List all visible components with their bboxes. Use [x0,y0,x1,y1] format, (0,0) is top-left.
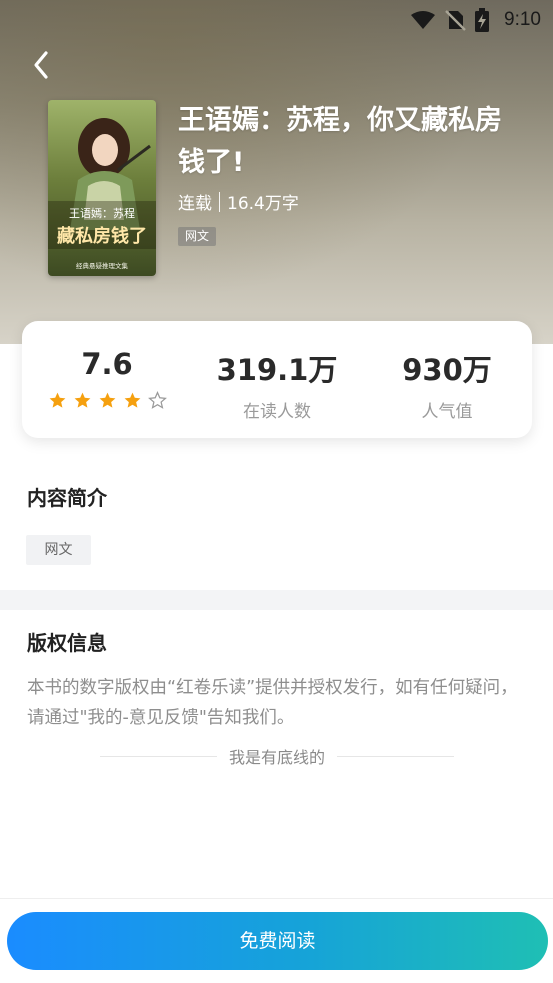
book-header: 9:10 王语嫣：苏程 藏私房钱了 经典悬疑推理文集 王语嫣：苏程，你又藏私房钱… [0,0,553,344]
cover-title-text: 王语嫣：苏程 [69,206,135,220]
copyright-text: 本书的数字版权由“红卷乐读”提供并授权发行，如有任何疑问，请通过"我的-意见反馈… [27,678,518,728]
readers-value: 319.1万 [216,353,338,387]
copyright-section-title: 版权信息 [27,631,107,655]
free-read-button[interactable]: 免费阅读 [7,912,548,970]
readers-stat: 319.1万 在读人数 [192,321,362,438]
intro-section-title: 内容简介 [27,486,107,510]
status-bar: 9:10 [0,0,553,40]
end-of-content-text: 我是有底线的 [229,748,326,767]
star-filled-icon [123,391,142,414]
battery-charging-icon [474,8,490,32]
cover-subtitle-text: 藏私房钱了 [57,225,147,247]
star-filled-icon [98,391,117,414]
popularity-label: 人气值 [421,402,473,422]
cover-footer-text: 经典悬疑推理文集 [76,261,129,270]
book-title: 王语嫣：苏程，你又藏私房钱了! [178,105,502,178]
book-cover[interactable]: 王语嫣：苏程 藏私房钱了 经典悬疑推理文集 [48,100,156,276]
star-filled-icon [73,391,92,414]
no-sim-icon [444,9,466,31]
popularity-stat: 930万 人气值 [362,321,532,438]
book-word-count: 16.4万字 [227,194,299,214]
book-meta: 连载 16.4万字 [178,189,299,214]
back-button[interactable] [24,50,58,84]
wifi-icon [410,10,436,30]
status-time: 9:10 [504,9,541,30]
book-status: 连载 [178,194,212,214]
star-filled-icon [48,391,67,414]
popularity-value: 930万 [402,353,492,387]
readers-label: 在读人数 [243,402,311,422]
rating-stat: 7.6 [22,321,192,438]
star-empty-icon [147,391,167,414]
intro-tag[interactable]: 网文 [26,535,91,565]
rating-value: 7.6 [81,347,133,381]
meta-divider [219,191,220,212]
end-rule-right [337,755,455,757]
chevron-left-icon [32,50,50,84]
end-of-content: 我是有底线的 [100,744,455,768]
category-tag[interactable]: 网文 [178,227,217,246]
end-rule-left [100,755,217,757]
stats-card: 7.6 319.1万 在读人数 930万 人气值 [22,321,532,438]
section-divider [0,590,553,610]
rating-stars [48,391,167,414]
